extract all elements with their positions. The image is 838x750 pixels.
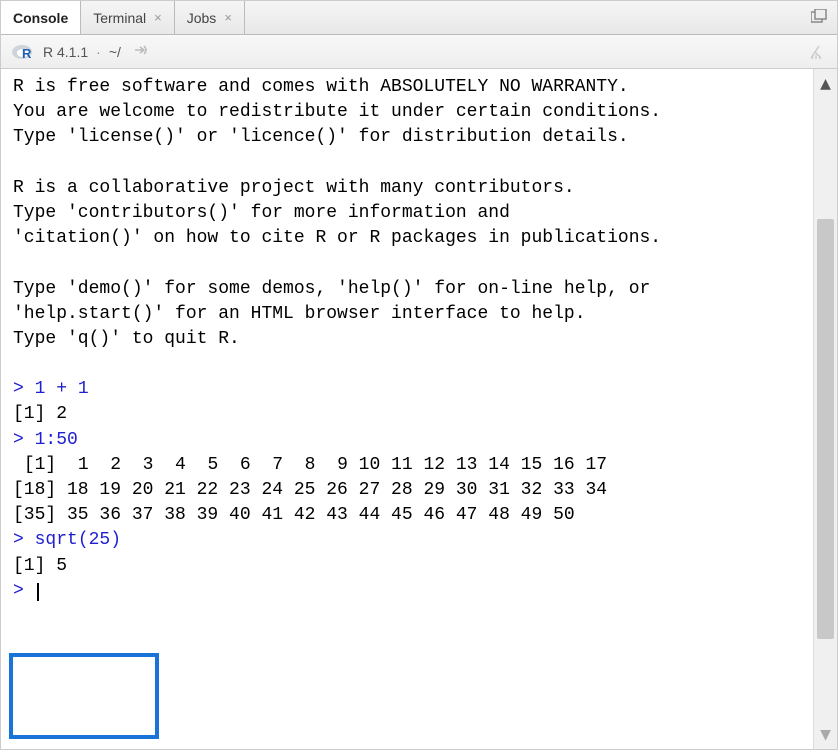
text-line: Type 'license()' or 'licence()' for dist… xyxy=(13,127,629,147)
text-line: R is a collaborative project with many c… xyxy=(13,178,575,198)
scroll-down-icon[interactable]: ▼ xyxy=(814,724,837,745)
tab-label: Console xyxy=(13,10,68,26)
text-line: Type 'demo()' for some demos, 'help()' f… xyxy=(13,279,650,299)
share-icon[interactable] xyxy=(133,43,149,61)
console-toolbar: R R 4.1.1 · ~/ xyxy=(1,35,837,69)
text-line: Type 'contributors()' for more informati… xyxy=(13,203,510,223)
prompt: > xyxy=(13,379,35,399)
cmd: sqrt(25) xyxy=(35,530,121,550)
separator-dot: · xyxy=(96,44,101,60)
tab-jobs[interactable]: Jobs × xyxy=(175,1,245,34)
prompt: > xyxy=(13,530,35,550)
cmd: 1 + 1 xyxy=(35,379,89,399)
vertical-scrollbar[interactable]: ▲ ▼ xyxy=(813,69,837,749)
text-line: Type 'q()' to quit R. xyxy=(13,329,240,349)
scroll-up-icon[interactable]: ▲ xyxy=(814,73,837,94)
prompt: > xyxy=(13,430,35,450)
tab-label: Terminal xyxy=(93,10,146,26)
maximize-icon[interactable] xyxy=(811,9,827,23)
output-line: [1] 5 xyxy=(13,556,67,576)
scroll-thumb[interactable] xyxy=(817,219,834,639)
text-line: R is free software and comes with ABSOLU… xyxy=(13,77,629,97)
text-line: You are welcome to redistribute it under… xyxy=(13,102,661,122)
console-output[interactable]: R is free software and comes with ABSOLU… xyxy=(1,69,813,749)
highlight-annotation xyxy=(9,653,159,739)
close-icon[interactable]: × xyxy=(154,10,162,25)
svg-text:R: R xyxy=(22,46,32,61)
r-logo-icon: R xyxy=(11,43,35,61)
console-area: R is free software and comes with ABSOLU… xyxy=(1,69,837,749)
output-line: [35] 35 36 37 38 39 40 41 42 43 44 45 46… xyxy=(13,505,575,525)
prompt: > xyxy=(13,581,35,601)
cursor xyxy=(37,583,39,601)
tab-label: Jobs xyxy=(187,10,217,26)
cmd: 1:50 xyxy=(35,430,78,450)
output-line: [1] 2 xyxy=(13,404,67,424)
text-line: 'help.start()' for an HTML browser inter… xyxy=(13,304,586,324)
text-line: 'citation()' on how to cite R or R packa… xyxy=(13,228,661,248)
output-line: [1] 1 2 3 4 5 6 7 8 9 10 11 12 13 14 15 … xyxy=(13,455,607,475)
output-line: [18] 18 19 20 21 22 23 24 25 26 27 28 29… xyxy=(13,480,607,500)
tab-bar: Console Terminal × Jobs × xyxy=(1,1,837,35)
tab-console[interactable]: Console xyxy=(1,1,81,34)
r-version-label: R 4.1.1 xyxy=(43,44,88,60)
close-icon[interactable]: × xyxy=(224,10,232,25)
clear-console-icon[interactable] xyxy=(807,44,825,65)
tab-terminal[interactable]: Terminal × xyxy=(81,1,175,34)
working-dir-path[interactable]: ~/ xyxy=(109,44,121,60)
